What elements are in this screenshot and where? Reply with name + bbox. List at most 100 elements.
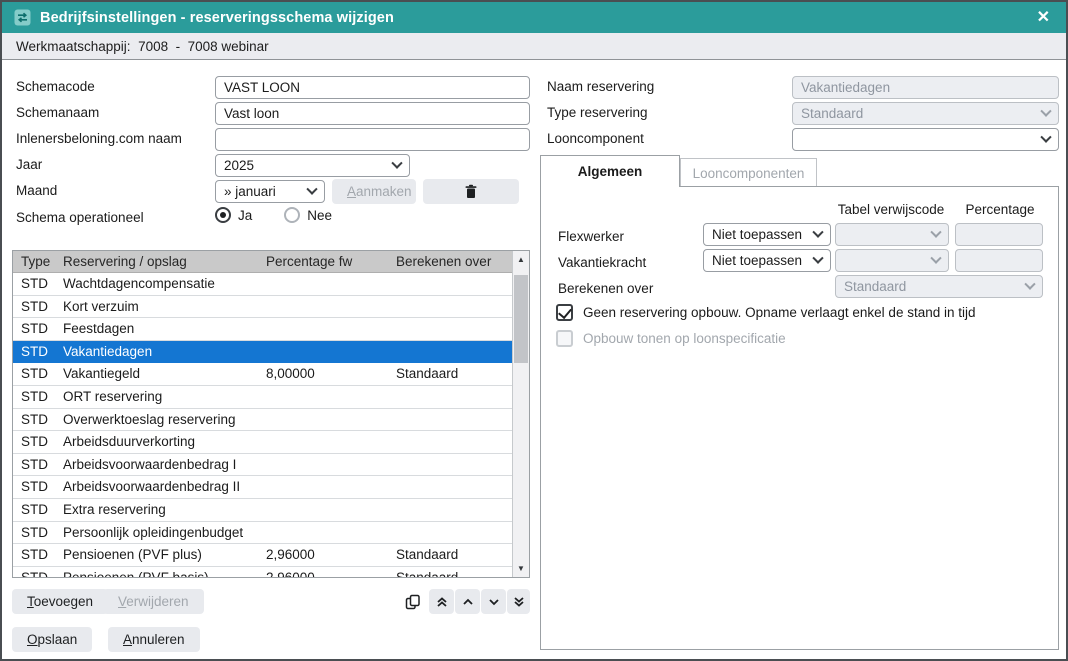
table-row[interactable]: STD Arbeidsvoorwaardenbedrag II: [13, 476, 512, 499]
delete-month-button[interactable]: [423, 179, 519, 204]
dialog-title: Bedrijfsinstellingen - reserveringsschem…: [40, 10, 394, 26]
workspace-bar: Werkmaatschappij: 7008 - 7008 webinar: [2, 33, 1066, 60]
row-type: STD: [13, 522, 55, 544]
row-type: STD: [13, 318, 55, 340]
row-type: STD: [13, 273, 55, 295]
scrollbar-thumb[interactable]: [514, 275, 528, 363]
opbouw-tonen-label: Opbouw tonen op loonspecificatie: [583, 330, 786, 348]
copy-icon: [405, 594, 421, 610]
maand-select[interactable]: » januari: [215, 180, 325, 203]
radio-nee[interactable]: [284, 207, 300, 223]
row-percentage: [258, 386, 388, 408]
table-row[interactable]: STD Vakantiedagen: [13, 341, 512, 364]
row-percentage: [258, 476, 388, 498]
row-type: STD: [13, 567, 55, 577]
row-berekenen: [388, 341, 512, 363]
scroll-down-icon[interactable]: ▼: [513, 564, 529, 573]
radio-ja[interactable]: [215, 207, 231, 223]
row-name: Arbeidsduurverkorting: [55, 431, 258, 453]
table-row[interactable]: STD ORT reservering: [13, 386, 512, 409]
schemanaam-label: Schemanaam: [16, 102, 99, 124]
table-scrollbar[interactable]: ▲ ▼: [512, 251, 529, 577]
row-type: STD: [13, 431, 55, 453]
row-percentage: [258, 499, 388, 521]
type-reservering-label: Type reservering: [547, 102, 648, 124]
table-header-row: Type Reservering / opslag Percentage fw …: [13, 251, 512, 273]
toevoegen-button[interactable]: Toevoegen: [12, 589, 108, 614]
move-bottom-button[interactable]: [507, 589, 530, 614]
table-row[interactable]: STD Overwerktoeslag reservering: [13, 409, 512, 432]
vakantiekracht-verwijscode-select: [835, 249, 949, 272]
schemacode-input[interactable]: [215, 76, 530, 99]
col-percentage[interactable]: Percentage fw: [258, 251, 388, 272]
table-row[interactable]: STD Vakantiegeld 8,00000 Standaard: [13, 363, 512, 386]
row-name: ORT reservering: [55, 386, 258, 408]
row-berekenen: [388, 273, 512, 295]
row-berekenen: Standaard: [388, 544, 512, 566]
table-row[interactable]: STD Kort verzuim: [13, 296, 512, 319]
table-row[interactable]: STD Arbeidsduurverkorting: [13, 431, 512, 454]
tab-looncomponenten[interactable]: Looncomponenten: [680, 158, 817, 187]
berekenen-over-label: Berekenen over: [558, 277, 653, 300]
copy-button[interactable]: [400, 589, 425, 614]
verwijderen-button[interactable]: Verwijderen: [103, 589, 204, 614]
inlenersbeloning-input[interactable]: [215, 128, 530, 151]
workspace-value: 7008 - 7008 webinar: [138, 39, 269, 54]
move-top-button[interactable]: [429, 589, 454, 614]
row-name: Feestdagen: [55, 318, 258, 340]
jaar-select[interactable]: 2025: [215, 154, 410, 177]
geen-opbouw-checkbox[interactable]: [556, 304, 573, 321]
row-name: Persoonlijk opleidingenbudget: [55, 522, 258, 544]
opbouw-tonen-checkbox[interactable]: [556, 330, 573, 347]
table-row[interactable]: STD Persoonlijk opleidingenbudget: [13, 522, 512, 545]
row-name: Arbeidsvoorwaardenbedrag II: [55, 476, 258, 498]
berekenen-over-select: Standaard: [835, 275, 1043, 298]
geen-opbouw-row: Geen reservering opbouw. Opname verlaagt…: [556, 304, 976, 322]
inlenersbeloning-label: Inlenersbeloning.com naam: [16, 128, 182, 150]
scroll-up-icon[interactable]: ▲: [513, 255, 529, 264]
looncomponent-select[interactable]: [792, 128, 1059, 151]
trash-icon: [464, 184, 478, 199]
type-reservering-select: Standaard: [792, 102, 1059, 125]
table-row[interactable]: STD Arbeidsvoorwaardenbedrag I: [13, 454, 512, 477]
row-type: STD: [13, 499, 55, 521]
row-berekenen: [388, 318, 512, 340]
looncomponent-label: Looncomponent: [547, 128, 644, 150]
move-up-button[interactable]: [455, 589, 480, 614]
operationeel-label: Schema operationeel: [16, 207, 144, 229]
move-down-button[interactable]: [481, 589, 506, 614]
flexwerker-verwijscode-select: [835, 223, 949, 246]
radio-ja-label: Ja: [238, 208, 252, 223]
table-row[interactable]: STD Feestdagen: [13, 318, 512, 341]
annuleren-button[interactable]: Annuleren: [108, 627, 200, 652]
flexwerker-select[interactable]: Niet toepassen: [703, 223, 831, 246]
row-type: STD: [13, 386, 55, 408]
row-percentage: [258, 318, 388, 340]
chevron-down-icon: [1040, 131, 1051, 142]
row-berekenen: [388, 386, 512, 408]
row-type: STD: [13, 454, 55, 476]
table-row[interactable]: STD Pensioenen (PVF plus) 2,96000 Standa…: [13, 544, 512, 567]
chevron-down-icon: [812, 252, 823, 263]
chevron-down-icon: [812, 226, 823, 237]
chevron-down-icon: [391, 157, 402, 168]
percentage-column-header: Percentage: [955, 202, 1045, 217]
table-row[interactable]: STD Extra reservering: [13, 499, 512, 522]
tab-algemeen[interactable]: Algemeen: [540, 155, 680, 187]
chevron-down-icon: [930, 226, 941, 237]
close-icon[interactable]: ✕: [1033, 8, 1054, 28]
row-name: Pensioenen (PVF basis): [55, 567, 258, 577]
row-name: Vakantiegeld: [55, 363, 258, 385]
aanmaken-button[interactable]: Aanmaken: [332, 179, 416, 204]
vakantiekracht-select[interactable]: Niet toepassen: [703, 249, 831, 272]
table-body: STD Wachtdagencompensatie STD Kort verzu…: [13, 273, 512, 577]
schemanaam-input[interactable]: [215, 102, 530, 125]
col-berekenen[interactable]: Berekenen over: [388, 251, 514, 272]
schemacode-label: Schemacode: [16, 76, 95, 98]
col-type[interactable]: Type: [13, 251, 55, 272]
col-reservering[interactable]: Reservering / opslag: [55, 251, 258, 272]
opslaan-button[interactable]: Opslaan: [12, 627, 92, 652]
chevron-up-icon: [462, 596, 474, 608]
table-row[interactable]: STD Pensioenen (PVF basis) 2,96000 Stand…: [13, 567, 512, 577]
table-row[interactable]: STD Wachtdagencompensatie: [13, 273, 512, 296]
